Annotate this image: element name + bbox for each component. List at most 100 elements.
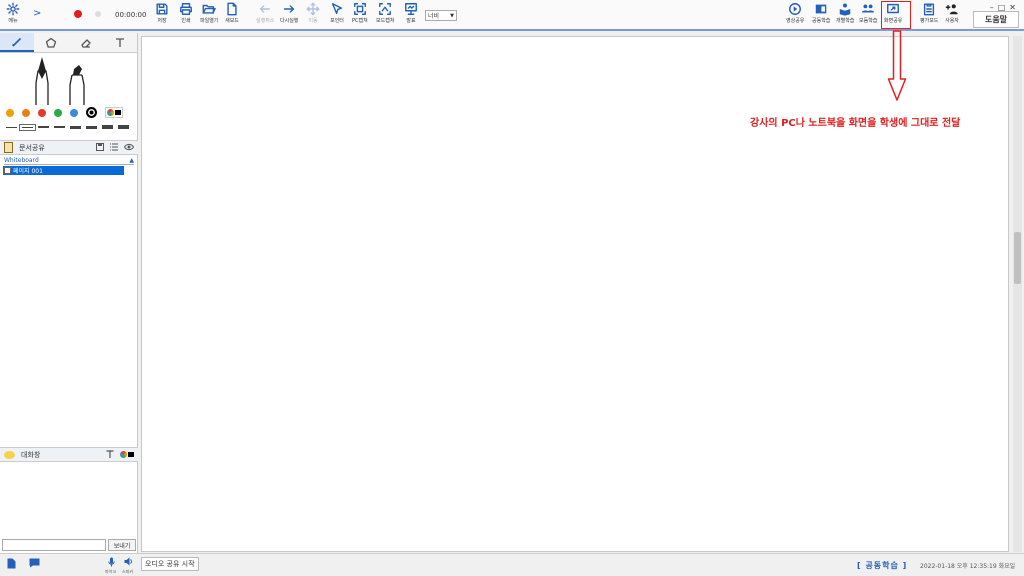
- mode-learning-label: 모둠학습: [859, 18, 878, 24]
- users-label: 사용자: [945, 18, 959, 24]
- audio-share-button[interactable]: 오디오 공유 시작: [141, 557, 199, 571]
- save-icon: [156, 3, 168, 15]
- font-icon[interactable]: [106, 450, 114, 458]
- move-button[interactable]: 이동: [306, 2, 320, 29]
- eraser-icon: [80, 38, 91, 48]
- mic-label: 마이크: [105, 569, 117, 574]
- color-preview: [115, 110, 121, 115]
- page-list-item[interactable]: 페이지 001: [3, 166, 124, 175]
- evaluation-label: 평가모드: [920, 18, 939, 24]
- document-share-icon: [4, 142, 13, 153]
- color-swatch-black[interactable]: [86, 107, 97, 118]
- new-board-label: 새보드: [225, 18, 239, 24]
- evaluation-button[interactable]: 평가모드: [920, 2, 938, 29]
- color-swatch-dark-orange[interactable]: [22, 108, 30, 117]
- save-button[interactable]: 저장: [155, 2, 169, 29]
- redo-label: 다시실행: [280, 18, 299, 24]
- thickness-3[interactable]: [38, 126, 49, 128]
- thickness-8[interactable]: [118, 125, 129, 129]
- speaker-label: 스피커: [122, 569, 134, 574]
- color-swatch-red[interactable]: [38, 108, 46, 117]
- scrollbar-thumb[interactable]: [1014, 232, 1021, 284]
- save-doc-icon[interactable]: [96, 143, 104, 151]
- learning-mode-label: [ 공동학습 ]: [857, 561, 908, 570]
- thickness-7[interactable]: [102, 125, 113, 129]
- group-learning-label: 공동학습: [812, 18, 831, 24]
- presentation-button[interactable]: 발표: [404, 2, 418, 29]
- thickness-5[interactable]: [70, 125, 81, 129]
- pentagon-icon: [46, 37, 57, 48]
- new-page-icon: [227, 2, 237, 16]
- text-icon: [115, 37, 124, 47]
- thickness-1[interactable]: [6, 126, 17, 128]
- gear-icon: [6, 2, 20, 16]
- whiteboard-label: Whiteboard: [4, 157, 39, 164]
- tab-shape[interactable]: [34, 33, 68, 52]
- new-board-button[interactable]: 새보드: [225, 2, 239, 29]
- vertical-scrollbar[interactable]: [1013, 36, 1022, 552]
- board-capture-button[interactable]: 보드캡쳐: [376, 2, 394, 29]
- eye-icon[interactable]: [124, 143, 134, 151]
- individual-learning-button[interactable]: 개별학습: [836, 2, 854, 29]
- microphone-icon[interactable]: [108, 557, 115, 567]
- thickness-options: [6, 123, 129, 131]
- color-wheel-icon: [107, 109, 114, 116]
- chat-input[interactable]: [2, 539, 106, 551]
- pc-capture-button[interactable]: PC캡쳐: [352, 2, 368, 29]
- group-learning-button[interactable]: 공동학습: [812, 2, 830, 29]
- play-circle-icon: [789, 3, 802, 15]
- menu-button[interactable]: 메뉴: [6, 2, 20, 29]
- expand-chevron-icon[interactable]: >: [33, 8, 41, 19]
- color-swatch-blue[interactable]: [70, 108, 78, 117]
- undo-button[interactable]: 실행취소: [256, 2, 274, 29]
- color-wheel-icon: [120, 450, 127, 458]
- video-share-button[interactable]: 영상공유: [786, 2, 804, 29]
- thickness-2[interactable]: [19, 123, 36, 131]
- menu-label: 메뉴: [8, 18, 18, 24]
- speaker-icon[interactable]: [124, 557, 133, 566]
- pointer-icon: [331, 3, 343, 15]
- undo-icon: [260, 5, 271, 13]
- pen-icon[interactable]: [35, 57, 49, 105]
- color-picker-button[interactable]: [105, 107, 123, 118]
- users-button[interactable]: 사용자: [945, 2, 959, 29]
- collapse-chevron-icon[interactable]: ▲: [129, 157, 134, 164]
- list-icon[interactable]: [110, 143, 118, 151]
- thickness-6[interactable]: [86, 125, 97, 129]
- chat-color-picker[interactable]: [120, 450, 134, 458]
- chat-title: 대화창: [21, 450, 41, 459]
- print-button[interactable]: 인쇄: [179, 2, 193, 29]
- send-button[interactable]: 보내기: [108, 539, 136, 551]
- width-select-value: 너비: [428, 13, 440, 20]
- board-capture-label: 보드캡쳐: [376, 18, 395, 24]
- capture-icon: [353, 3, 366, 15]
- save-label: 저장: [157, 18, 167, 24]
- chat-icon[interactable]: [29, 558, 40, 568]
- folder-icon: [202, 4, 217, 14]
- open-file-label: 파일열기: [200, 18, 219, 24]
- thickness-4[interactable]: [54, 126, 65, 128]
- mode-learning-button[interactable]: 모둠학습: [859, 2, 877, 29]
- color-swatch-orange[interactable]: [6, 108, 14, 117]
- help-button[interactable]: 도움말: [973, 11, 1019, 28]
- redo-button[interactable]: 다시실행: [280, 2, 298, 29]
- tab-eraser[interactable]: [69, 33, 103, 52]
- chat-bubble-icon: [4, 450, 15, 459]
- record-button[interactable]: [74, 10, 82, 18]
- document-share-title: 문서공유: [19, 143, 45, 152]
- document-icon[interactable]: [7, 558, 16, 569]
- chevron-down-icon: ▼: [450, 12, 454, 19]
- add-user-icon: [945, 4, 958, 15]
- page-checkbox[interactable]: [4, 167, 11, 174]
- pause-button[interactable]: [95, 11, 101, 17]
- tab-pen[interactable]: [0, 33, 35, 52]
- width-select[interactable]: 너비 ▼: [425, 10, 457, 21]
- chat-header: 대화창: [0, 447, 138, 462]
- highlighter-icon[interactable]: [69, 65, 85, 105]
- pointer-button[interactable]: 포인터: [330, 2, 344, 29]
- tab-text[interactable]: [103, 33, 137, 52]
- open-file-button[interactable]: 파일열기: [200, 2, 218, 29]
- color-swatch-green[interactable]: [54, 108, 62, 117]
- whiteboard-group[interactable]: Whiteboard ▲: [4, 157, 134, 165]
- print-label: 인쇄: [181, 18, 191, 24]
